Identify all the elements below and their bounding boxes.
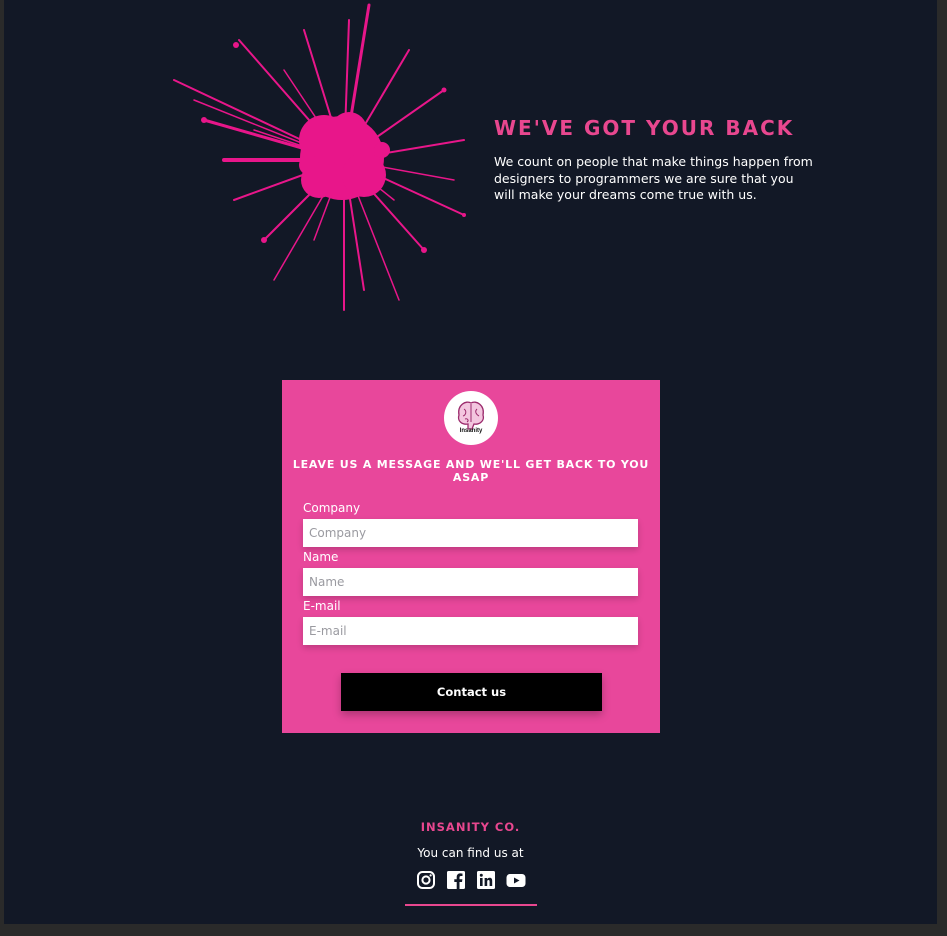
name-input[interactable] bbox=[303, 568, 638, 596]
email-label: E-mail bbox=[303, 599, 341, 613]
social-links bbox=[416, 870, 526, 890]
contact-us-button[interactable]: Contact us bbox=[341, 673, 602, 711]
hero-description: We count on people that make things happ… bbox=[494, 154, 813, 202]
footer-underline bbox=[405, 904, 537, 906]
hero-section: WE'VE GOT YOUR BACK We count on people t… bbox=[494, 116, 814, 204]
email-input[interactable] bbox=[303, 617, 638, 645]
find-us-text: You can find us at bbox=[417, 846, 524, 860]
youtube-icon[interactable] bbox=[506, 870, 526, 890]
logo-text: Insanity bbox=[459, 428, 483, 434]
facebook-icon[interactable] bbox=[446, 870, 466, 890]
hero-title: WE'VE GOT YOUR BACK bbox=[494, 116, 795, 140]
page: WE'VE GOT YOUR BACK We count on people t… bbox=[4, 0, 937, 924]
footer: INSANITY CO. You can find us at bbox=[4, 820, 937, 906]
company-input[interactable] bbox=[303, 519, 638, 547]
contact-form-card: Insanity LEAVE US A MESSAGE AND WE'LL GE… bbox=[282, 380, 660, 733]
brain-logo-icon: Insanity bbox=[444, 391, 498, 445]
name-label: Name bbox=[303, 550, 339, 564]
form-heading: LEAVE US A MESSAGE AND WE'LL GET BACK TO… bbox=[292, 458, 650, 484]
footer-brand: INSANITY CO. bbox=[420, 820, 521, 834]
pink-paint-splash-image bbox=[173, 3, 466, 311]
instagram-icon[interactable] bbox=[416, 870, 436, 890]
company-label: Company bbox=[303, 501, 361, 515]
linkedin-icon[interactable] bbox=[476, 870, 496, 890]
